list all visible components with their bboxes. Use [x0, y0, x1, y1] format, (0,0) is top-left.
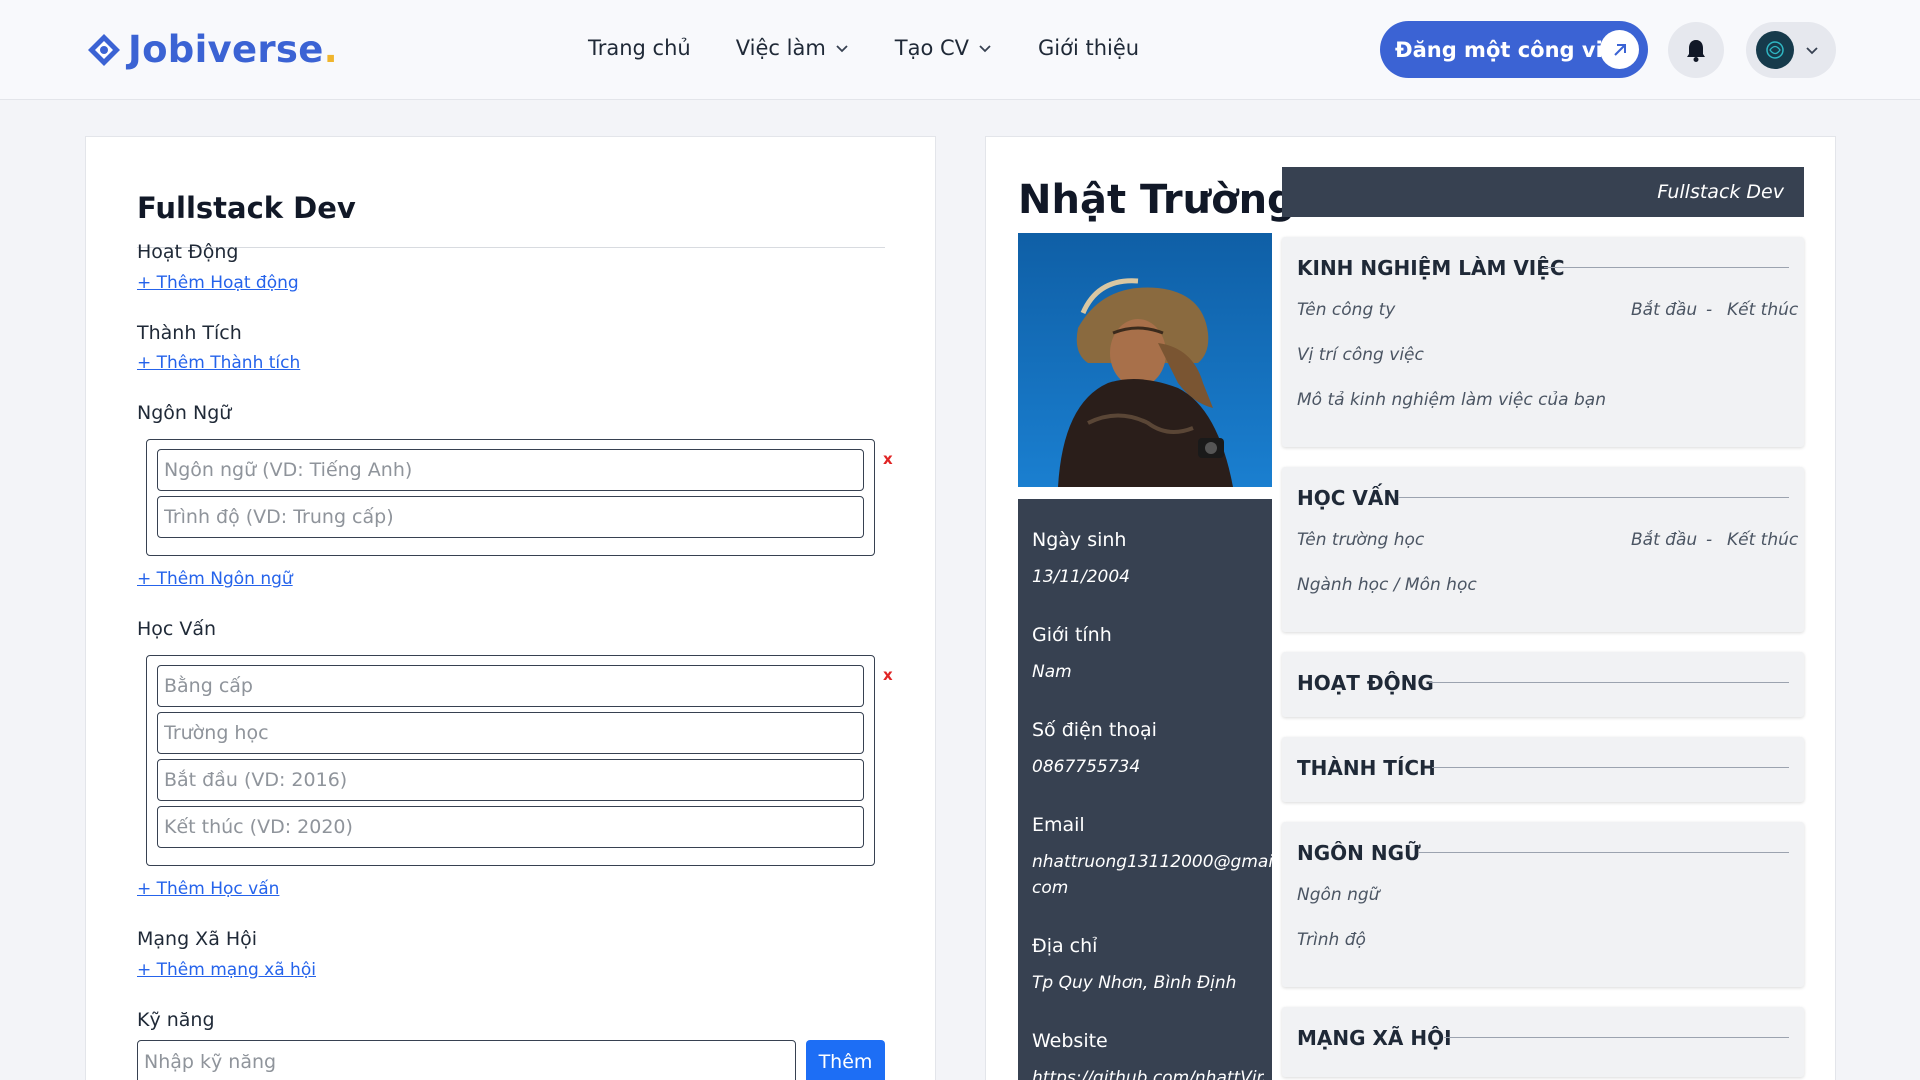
add-achievement-link[interactable]: + Thêm Thành tích: [137, 353, 300, 373]
add-skill-button[interactable]: Thêm: [806, 1040, 885, 1080]
date-separator: -: [1706, 300, 1713, 320]
divider: [1432, 767, 1789, 768]
phone-label: Số điện thoại: [1032, 719, 1157, 741]
nav-home[interactable]: Trang chủ: [588, 36, 691, 60]
cv-personal-info: Ngày sinh 13/11/2004 Giới tính Nam Số đi…: [1018, 499, 1284, 1080]
section-title: NGÔN NGỮ: [1297, 841, 1421, 865]
education-end-input[interactable]: [157, 806, 864, 848]
birthday-label: Ngày sinh: [1032, 529, 1127, 551]
main-nav: Trang chủ Việc làm Tạo CV Giới thiệu: [588, 36, 1184, 60]
company-name: Tên công ty: [1297, 300, 1396, 320]
post-job-label: Đăng một công việc: [1395, 37, 1630, 62]
chevron-down-icon: [979, 45, 991, 53]
cv-name: Nhật Trường: [1018, 177, 1296, 223]
editor-title: Fullstack Dev: [137, 191, 356, 225]
divider: [1429, 682, 1789, 683]
language-entry-group: [146, 439, 875, 556]
top-navbar: Jobiverse. Trang chủ Việc làm Tạo CV Giớ…: [0, 0, 1920, 100]
skill-input[interactable]: [137, 1040, 796, 1080]
birthday-value: 13/11/2004: [1032, 567, 1130, 587]
brand-logo[interactable]: Jobiverse.: [86, 28, 338, 71]
add-language-link[interactable]: + Thêm Ngôn ngữ: [137, 569, 293, 589]
cv-job-title: Fullstack Dev: [1282, 167, 1804, 217]
section-title: HỌC VẤN: [1297, 486, 1401, 510]
start-date: Bắt đầu: [1631, 300, 1698, 320]
section-title: KINH NGHIỆM LÀM VIỆC: [1297, 256, 1565, 280]
brand-name: Jobiverse.: [128, 28, 338, 71]
cv-achievements-section: THÀNH TÍCH: [1282, 737, 1804, 802]
achievements-label: Thành Tích: [137, 322, 242, 344]
phone-value: 0867755734: [1032, 757, 1141, 777]
language-name-input[interactable]: [157, 449, 864, 491]
divider: [137, 247, 885, 248]
skills-label: Kỹ năng: [137, 1009, 215, 1031]
account-menu-button[interactable]: [1746, 22, 1836, 78]
divider: [1544, 267, 1789, 268]
degree-input[interactable]: [157, 665, 864, 707]
language-level: Trình độ: [1297, 930, 1366, 950]
website-value: https://github.com/nhattVim: [1032, 1068, 1264, 1080]
education-entry-group: [146, 655, 875, 866]
section-title: HOẠT ĐỘNG: [1297, 671, 1434, 695]
job-description: Mô tả kinh nghiệm làm việc của bạn: [1297, 390, 1606, 410]
cv-education-section: HỌC VẤN Tên trường học Bắt đầu - Kết thú…: [1282, 467, 1804, 632]
languages-label: Ngôn Ngữ: [137, 402, 232, 424]
chevron-down-icon: [836, 45, 848, 53]
nav-about[interactable]: Giới thiệu: [1038, 36, 1139, 60]
activities-label: Hoạt Động: [137, 241, 239, 263]
arrow-up-right-icon: [1600, 30, 1639, 69]
add-education-link[interactable]: + Thêm Học vấn: [137, 879, 279, 899]
email-value: nhattruong13112000@gmail. com: [1032, 852, 1284, 898]
nav-create-cv[interactable]: Tạo CV: [895, 36, 993, 60]
language-level-input[interactable]: [157, 496, 864, 538]
section-title: THÀNH TÍCH: [1297, 756, 1436, 780]
nav-jobs[interactable]: Việc làm: [736, 36, 850, 60]
remove-education-button[interactable]: x: [883, 666, 893, 684]
job-position: Vị trí công việc: [1297, 345, 1424, 365]
divider: [1399, 497, 1789, 498]
email-label: Email: [1032, 814, 1085, 836]
language-name: Ngôn ngữ: [1297, 885, 1380, 905]
cv-experience-section: KINH NGHIỆM LÀM VIỆC Tên công ty Bắt đầu…: [1282, 237, 1804, 447]
website-label: Website: [1032, 1030, 1108, 1052]
divider: [1419, 852, 1789, 853]
end-date: Kết thúc: [1727, 300, 1799, 320]
profile-photo: [1018, 233, 1272, 487]
add-social-link[interactable]: + Thêm mạng xã hội: [137, 960, 316, 980]
start-date: Bắt đầu: [1631, 530, 1698, 550]
school-input[interactable]: [157, 712, 864, 754]
cv-preview-panel: Nhật Trường Fullstack Dev Ngày sinh 13/1…: [985, 136, 1836, 1080]
education-label: Học Vấn: [137, 618, 217, 640]
chevron-down-icon: [1806, 47, 1818, 55]
social-label: Mạng Xã Hội: [137, 928, 258, 950]
remove-language-button[interactable]: x: [883, 450, 893, 468]
gender-label: Giới tính: [1032, 624, 1112, 646]
cv-social-section: MẠNG XÃ HỘI: [1282, 1007, 1804, 1077]
add-activity-link[interactable]: + Thêm Hoạt động: [137, 273, 299, 293]
address-label: Địa chỉ: [1032, 935, 1098, 957]
date-separator: -: [1706, 530, 1713, 550]
user-avatar-icon: [1756, 31, 1794, 69]
education-start-input[interactable]: [157, 759, 864, 801]
bell-icon: [1687, 40, 1705, 62]
section-title: MẠNG XÃ HỘI: [1297, 1026, 1452, 1050]
school-name: Tên trường học: [1297, 530, 1425, 550]
notifications-button[interactable]: [1668, 22, 1724, 78]
gender-value: Nam: [1032, 662, 1072, 682]
cv-languages-section: NGÔN NGỮ Ngôn ngữ Trình độ: [1282, 822, 1804, 987]
address-value: Tp Quy Nhơn, Bình Định: [1032, 973, 1237, 993]
post-job-button[interactable]: Đăng một công việc: [1380, 21, 1648, 78]
diamond-logo-icon: [88, 33, 120, 66]
major: Ngành học / Môn học: [1297, 575, 1477, 595]
divider: [1444, 1037, 1789, 1038]
end-date: Kết thúc: [1727, 530, 1799, 550]
cv-activities-section: HOẠT ĐỘNG: [1282, 652, 1804, 717]
cv-editor-panel: Fullstack Dev Hoạt Động + Thêm Hoạt động…: [85, 136, 936, 1080]
